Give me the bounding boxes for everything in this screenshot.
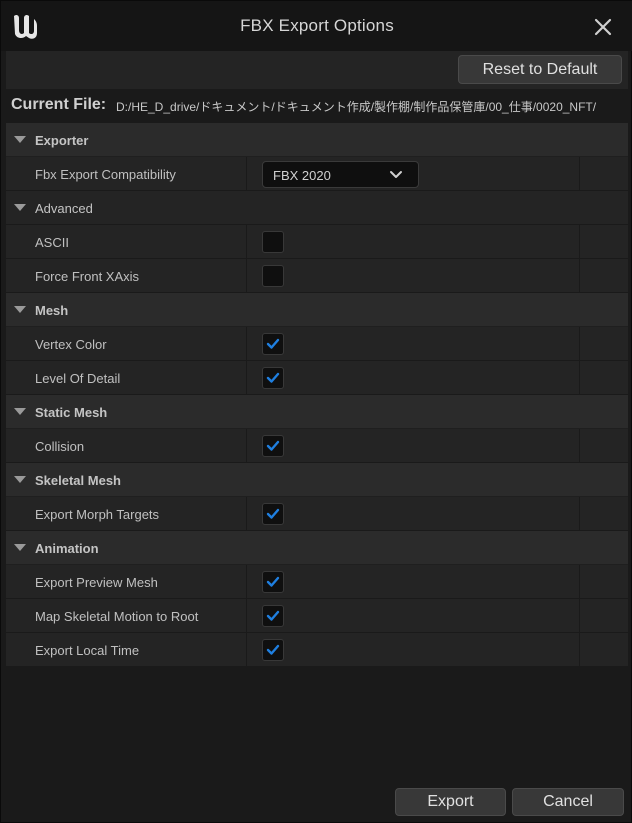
property-label: Force Front XAxis bbox=[35, 269, 140, 284]
checkmark-icon bbox=[266, 644, 280, 655]
column-divider bbox=[246, 259, 247, 292]
property-row-vertex-color: Vertex Color bbox=[6, 327, 628, 361]
checkmark-icon bbox=[266, 440, 280, 451]
ascii-checkbox[interactable] bbox=[262, 231, 284, 253]
category-label: Static Mesh bbox=[35, 405, 108, 420]
column-divider bbox=[246, 633, 247, 666]
property-label: Fbx Export Compatibility bbox=[35, 167, 176, 182]
subcategory-label: Advanced bbox=[35, 201, 93, 216]
vertex-color-checkbox[interactable] bbox=[262, 333, 284, 355]
checkmark-icon bbox=[266, 372, 280, 383]
column-divider bbox=[246, 497, 247, 530]
checkmark-icon bbox=[266, 610, 280, 621]
category-exporter[interactable]: Exporter bbox=[6, 123, 628, 157]
category-mesh[interactable]: Mesh bbox=[6, 293, 628, 327]
column-divider bbox=[579, 259, 580, 292]
property-label: Export Local Time bbox=[35, 643, 140, 658]
collision-checkbox[interactable] bbox=[262, 435, 284, 457]
column-divider bbox=[579, 225, 580, 258]
column-divider bbox=[579, 327, 580, 360]
dialog-title: FBX Export Options bbox=[240, 16, 394, 35]
column-divider bbox=[579, 633, 580, 666]
property-label: Map Skeletal Motion to Root bbox=[35, 609, 199, 624]
property-row-collision: Collision bbox=[6, 429, 628, 463]
property-label: ASCII bbox=[35, 235, 69, 250]
property-row-export-preview-mesh: Export Preview Mesh bbox=[6, 565, 628, 599]
checkmark-icon bbox=[266, 508, 280, 519]
export-preview-mesh-checkbox[interactable] bbox=[262, 571, 284, 593]
property-row-export-morph-targets: Export Morph Targets bbox=[6, 497, 628, 531]
column-divider bbox=[579, 565, 580, 598]
column-divider bbox=[246, 327, 247, 360]
column-divider bbox=[579, 429, 580, 462]
property-label: Level Of Detail bbox=[35, 371, 121, 386]
details-panel: Exporter Fbx Export Compatibility FBX 20… bbox=[6, 123, 628, 667]
chevron-down-icon bbox=[390, 171, 402, 178]
reset-to-default-button[interactable]: Reset to Default bbox=[458, 55, 622, 84]
export-local-time-checkbox[interactable] bbox=[262, 639, 284, 661]
map-skeletal-motion-to-root-checkbox[interactable] bbox=[262, 605, 284, 627]
column-divider bbox=[246, 599, 247, 632]
close-icon[interactable] bbox=[589, 13, 617, 41]
column-divider bbox=[579, 599, 580, 632]
column-divider bbox=[246, 225, 247, 258]
property-row-force-front-xaxis: Force Front XAxis bbox=[6, 259, 628, 293]
property-row-level-of-detail: Level Of Detail bbox=[6, 361, 628, 395]
title-bar: FBX Export Options bbox=[1, 1, 632, 51]
expand-arrow-icon[interactable] bbox=[14, 204, 26, 211]
current-file-path: D:/HE_D_drive/ドキュメント/ドキュメント作成/製作棚/制作品保管庫… bbox=[116, 100, 597, 114]
category-label: Skeletal Mesh bbox=[35, 473, 121, 488]
property-row-fbx-compatibility: Fbx Export Compatibility FBX 2020 bbox=[6, 157, 628, 191]
export-morph-targets-checkbox[interactable] bbox=[262, 503, 284, 525]
expand-arrow-icon[interactable] bbox=[14, 476, 26, 483]
property-row-export-local-time: Export Local Time bbox=[6, 633, 628, 667]
expand-arrow-icon[interactable] bbox=[14, 306, 26, 313]
column-divider bbox=[246, 565, 247, 598]
fbx-export-dialog: FBX Export Options Reset to Default Curr… bbox=[0, 0, 632, 823]
category-skeletal-mesh[interactable]: Skeletal Mesh bbox=[6, 463, 628, 497]
subcategory-advanced[interactable]: Advanced bbox=[6, 191, 628, 225]
category-label: Mesh bbox=[35, 303, 69, 318]
expand-arrow-icon[interactable] bbox=[14, 408, 26, 415]
property-label: Export Preview Mesh bbox=[35, 575, 158, 590]
category-label: Exporter bbox=[35, 133, 89, 148]
force-front-xaxis-checkbox[interactable] bbox=[262, 265, 284, 287]
column-divider bbox=[579, 157, 580, 190]
fbx-compatibility-dropdown[interactable]: FBX 2020 bbox=[262, 161, 419, 188]
category-animation[interactable]: Animation bbox=[6, 531, 628, 565]
column-divider bbox=[579, 361, 580, 394]
property-label: Collision bbox=[35, 439, 85, 454]
column-divider bbox=[246, 157, 247, 190]
checkmark-icon bbox=[266, 338, 280, 349]
property-label: Export Morph Targets bbox=[35, 507, 160, 522]
column-divider bbox=[246, 429, 247, 462]
property-label: Vertex Color bbox=[35, 337, 107, 352]
cancel-button[interactable]: Cancel bbox=[512, 788, 624, 816]
level-of-detail-checkbox[interactable] bbox=[262, 367, 284, 389]
column-divider bbox=[246, 361, 247, 394]
expand-arrow-icon[interactable] bbox=[14, 544, 26, 551]
toolbar: Reset to Default bbox=[6, 51, 628, 89]
expand-arrow-icon[interactable] bbox=[14, 136, 26, 143]
current-file-row: Current File: D:/HE_D_drive/ドキュメント/ドキュメン… bbox=[6, 91, 628, 119]
category-static-mesh[interactable]: Static Mesh bbox=[6, 395, 628, 429]
dropdown-value: FBX 2020 bbox=[273, 168, 331, 183]
checkmark-icon bbox=[266, 576, 280, 587]
category-label: Animation bbox=[35, 541, 99, 556]
column-divider bbox=[579, 497, 580, 530]
property-row-map-skeletal-motion-to-root: Map Skeletal Motion to Root bbox=[6, 599, 628, 633]
export-button[interactable]: Export bbox=[395, 788, 506, 816]
property-row-ascii: ASCII bbox=[6, 225, 628, 259]
current-file-label: Current File: bbox=[11, 96, 107, 113]
